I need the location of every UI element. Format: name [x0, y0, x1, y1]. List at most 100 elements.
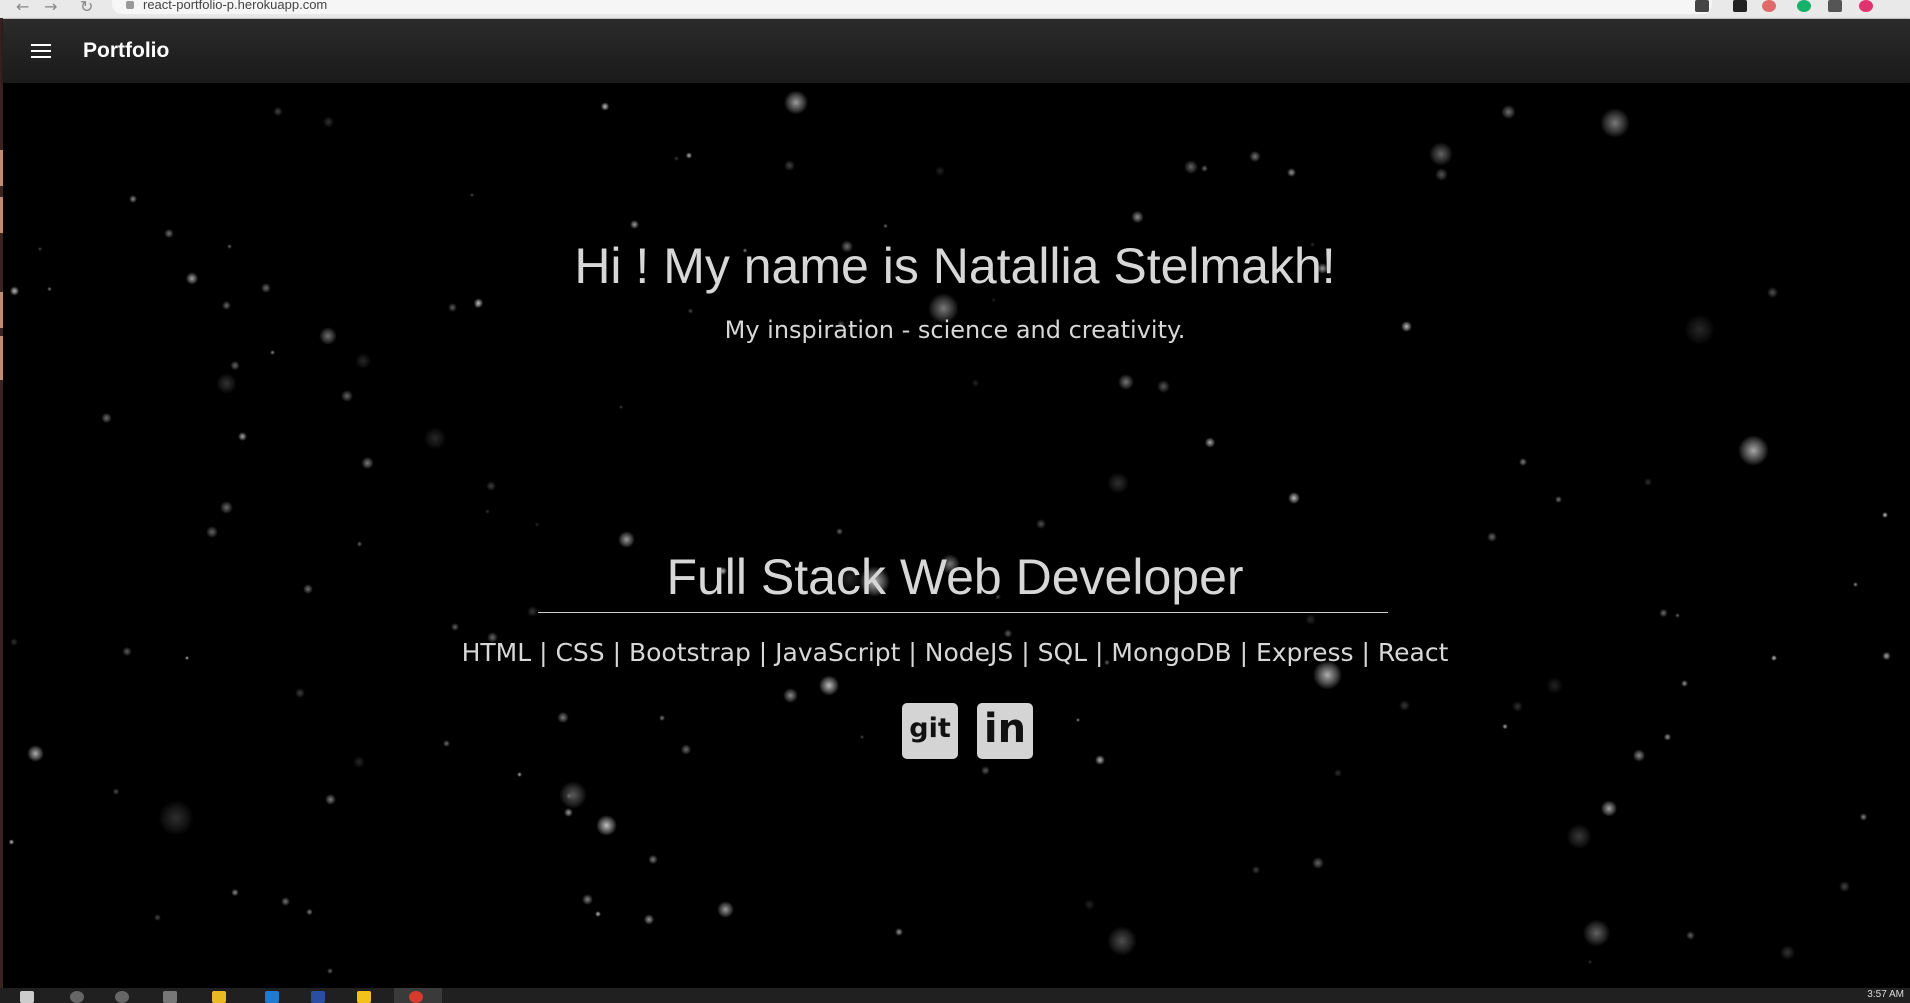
star-particle — [101, 412, 112, 424]
star-particle — [1131, 210, 1144, 224]
star-particle — [1251, 866, 1260, 875]
star-particle — [1582, 919, 1610, 947]
brand-title[interactable]: Portfolio — [83, 39, 169, 63]
star-particle — [527, 606, 538, 617]
extension-icon[interactable] — [1733, 0, 1747, 12]
star-particle — [935, 166, 946, 177]
skills-list: HTML | CSS | Bootstrap | JavaScript | No… — [461, 638, 1449, 667]
sticky-notes-icon[interactable] — [357, 991, 371, 1003]
star-particle — [423, 426, 447, 450]
star-particle — [1501, 104, 1516, 120]
star-particle — [1287, 168, 1297, 178]
chrome-icon[interactable] — [409, 991, 423, 1003]
greeting-heading: Hi ! My name is Natallia Stelmakh! — [574, 238, 1336, 294]
star-particle — [1512, 701, 1524, 713]
star-particle — [326, 967, 334, 975]
star-particle — [1659, 609, 1668, 618]
star-particle — [206, 525, 218, 538]
star-particle — [1587, 959, 1593, 965]
star-particle — [273, 106, 284, 117]
search-icon[interactable] — [70, 991, 84, 1003]
star-particle — [1399, 700, 1411, 712]
bookmark-star-icon[interactable] — [1695, 0, 1709, 12]
star-particle — [1685, 930, 1696, 941]
star-particle — [1334, 769, 1342, 778]
star-particle — [1502, 723, 1509, 730]
cortana-icon[interactable] — [115, 991, 129, 1003]
star-particle — [1435, 168, 1449, 181]
star-particle — [280, 896, 291, 907]
start-icon[interactable] — [20, 991, 34, 1003]
forward-icon[interactable]: → — [44, 0, 57, 16]
star-particle — [1600, 800, 1618, 817]
back-icon[interactable]: ← — [16, 0, 29, 16]
star-particle — [784, 159, 796, 172]
star-particle — [582, 893, 593, 905]
star-particle — [1249, 151, 1261, 163]
star-particle — [1157, 380, 1170, 394]
star-particle — [556, 711, 569, 724]
role-heading: Full Stack Web Developer — [666, 549, 1244, 605]
star-particle — [673, 156, 679, 162]
address-bar[interactable] — [112, 0, 1712, 14]
reload-icon[interactable]: ↻ — [80, 0, 93, 16]
extension-icon[interactable] — [1762, 0, 1776, 12]
star-particle — [618, 404, 623, 409]
star-particle — [991, 297, 997, 303]
star-particle — [1107, 472, 1130, 494]
star-particle — [154, 913, 162, 921]
star-particle — [1674, 613, 1680, 618]
star-particle — [485, 509, 491, 515]
star-particle — [688, 308, 694, 314]
lock-icon — [126, 1, 134, 9]
github-link[interactable]: git — [902, 703, 958, 759]
star-particle — [1084, 899, 1095, 910]
star-particle — [1117, 374, 1134, 391]
star-particle — [716, 901, 735, 919]
star-particle — [112, 788, 120, 795]
star-particle — [1428, 141, 1453, 166]
puzzle-icon[interactable] — [1828, 0, 1842, 12]
star-particle — [1204, 437, 1216, 448]
star-particle — [1287, 491, 1300, 504]
os-taskbar: 3:57 AM — [0, 988, 1910, 1003]
hamburger-menu-icon[interactable] — [31, 44, 51, 58]
star-particle — [517, 772, 523, 778]
vscode-icon[interactable] — [265, 991, 279, 1003]
star-particle — [158, 800, 194, 836]
star-particle — [895, 928, 903, 936]
star-particle — [485, 481, 496, 491]
star-particle — [686, 152, 693, 159]
star-particle — [305, 908, 313, 916]
star-particle — [1486, 531, 1498, 543]
grammarly-icon[interactable] — [1797, 0, 1811, 12]
file-explorer-icon[interactable] — [212, 991, 226, 1003]
star-particle — [1107, 926, 1138, 957]
star-particle — [129, 194, 138, 204]
star-particle — [680, 744, 691, 755]
star-particle — [648, 854, 658, 864]
star-particle — [1859, 813, 1867, 821]
linkedin-link[interactable]: in — [977, 703, 1033, 759]
star-particle — [1881, 511, 1889, 519]
star-particle — [659, 715, 666, 721]
star-particle — [595, 911, 602, 918]
profile-avatar[interactable] — [1859, 0, 1873, 12]
star-particle — [558, 780, 588, 810]
app-bar: Portfolio — [3, 19, 1910, 83]
address-url[interactable]: react-portfolio-p.herokuapp.com — [143, 0, 327, 12]
star-particle — [1680, 680, 1688, 688]
star-particle — [1094, 755, 1105, 766]
star-particle — [1838, 880, 1850, 892]
star-particle — [1518, 457, 1528, 467]
divider — [538, 612, 1388, 613]
app-icon[interactable] — [311, 991, 325, 1003]
star-particle — [981, 766, 991, 776]
star-particle — [782, 688, 799, 704]
star-particle — [361, 456, 374, 470]
task-view-icon[interactable] — [163, 991, 177, 1003]
star-particle — [27, 745, 45, 763]
star-particle — [215, 372, 237, 394]
star-particle — [783, 90, 809, 115]
star-particle — [600, 102, 610, 112]
